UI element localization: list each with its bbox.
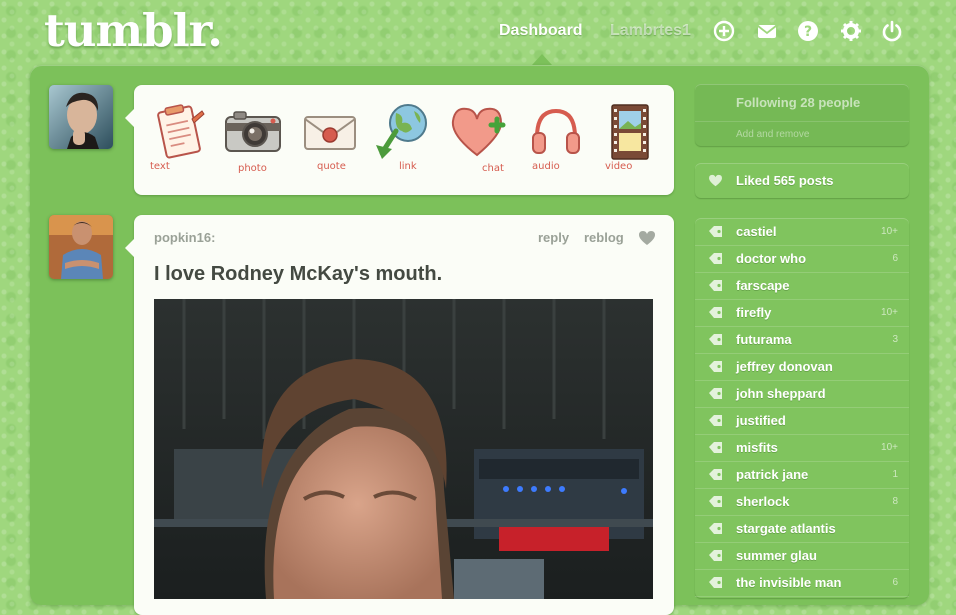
tag-icon: [709, 388, 722, 399]
headphones-icon: [532, 108, 580, 154]
tag-name[interactable]: patrick jane: [736, 467, 808, 482]
tag-icon: [709, 253, 722, 264]
tracked-tags-list: castiel 10+ doctor who 6 farscape firefly 10+ f…: [695, 218, 909, 598]
tag-unread-count: 6: [892, 577, 898, 588]
tag-row[interactable]: jeffrey donovan: [695, 353, 909, 381]
tag-icon: [709, 307, 722, 318]
post-author-avatar[interactable]: [49, 215, 113, 279]
tag-unread-count: 1: [892, 469, 898, 480]
tag-icon: [709, 226, 722, 237]
reply-button[interactable]: reply: [538, 230, 569, 245]
tag-row[interactable]: sherlock 8: [695, 488, 909, 516]
tag-name[interactable]: firefly: [736, 305, 771, 320]
compose-text-label: text: [150, 161, 170, 172]
film-icon: [611, 104, 649, 160]
tag-row[interactable]: farscape: [695, 272, 909, 300]
heart-icon: [709, 174, 722, 187]
clipboard-icon: [157, 104, 205, 159]
compose-quote-label: quote: [317, 161, 346, 172]
post-author-name[interactable]: popkin16:: [154, 230, 215, 245]
tag-unread-count: 10+: [881, 442, 898, 453]
liked-posts-label[interactable]: Liked 565 posts: [736, 173, 834, 188]
tag-unread-count: 6: [892, 253, 898, 264]
tag-name[interactable]: doctor who: [736, 251, 806, 266]
reblog-button[interactable]: reblog: [584, 230, 624, 245]
gear-icon[interactable]: [840, 20, 862, 42]
tag-name[interactable]: jeffrey donovan: [736, 359, 833, 374]
tag-name[interactable]: justified: [736, 413, 786, 428]
power-icon[interactable]: [881, 20, 903, 42]
liked-posts-box[interactable]: Liked 565 posts: [695, 163, 909, 198]
tumblr-logo[interactable]: tumblr.: [44, 4, 223, 57]
camera-icon: [225, 111, 281, 152]
tag-unread-count: 10+: [881, 226, 898, 237]
globe-arrow-icon: [376, 104, 427, 159]
compose-audio-label: audio: [532, 161, 560, 172]
following-count[interactable]: Following 28 people: [736, 95, 860, 110]
help-icon[interactable]: ?: [797, 20, 819, 42]
compose-photo-label: photo: [238, 163, 267, 174]
tag-icon: [709, 334, 722, 345]
post-title: I love Rodney McKay's mouth.: [154, 263, 443, 285]
tag-name[interactable]: sherlock: [736, 494, 789, 509]
tag-row[interactable]: doctor who 6: [695, 245, 909, 273]
tag-row[interactable]: john sheppard: [695, 380, 909, 408]
heart-plus-icon: [451, 107, 506, 157]
tag-row[interactable]: stargate atlantis: [695, 515, 909, 543]
following-box[interactable]: Following 28 people Add and remove: [695, 84, 909, 146]
envelope-icon: [304, 116, 356, 150]
mail-icon[interactable]: [756, 20, 778, 42]
compose-link-label: link: [399, 161, 417, 172]
tag-row[interactable]: the invisible man 6: [695, 569, 909, 597]
tag-name[interactable]: castiel: [736, 224, 776, 239]
compose-icon[interactable]: [713, 20, 735, 42]
tag-icon: [709, 550, 722, 561]
tag-name[interactable]: farscape: [736, 278, 789, 293]
tag-name[interactable]: john sheppard: [736, 386, 826, 401]
tag-icon: [709, 442, 722, 453]
compose-chat-label: chat: [482, 163, 504, 174]
compose-video-label: video: [605, 161, 633, 172]
user-avatar[interactable]: [49, 85, 113, 149]
post-composer: text photo quote link chat audio video: [125, 85, 674, 195]
svg-text:?: ?: [804, 24, 812, 40]
tag-row[interactable]: patrick jane 1: [695, 461, 909, 489]
tag-row[interactable]: justified: [695, 407, 909, 435]
tag-unread-count: 3: [892, 334, 898, 345]
tag-row[interactable]: misfits 10+: [695, 434, 909, 462]
tag-row[interactable]: castiel 10+: [695, 218, 909, 246]
tag-unread-count: 10+: [881, 307, 898, 318]
tag-icon: [709, 415, 722, 426]
following-divider: [695, 121, 909, 122]
tag-row[interactable]: futurama 3: [695, 326, 909, 354]
tag-icon: [709, 523, 722, 534]
tag-icon: [709, 361, 722, 372]
post-card: popkin16: reply reblog I love Rodney McK…: [125, 215, 674, 615]
tag-icon: [709, 469, 722, 480]
tag-row[interactable]: summer glau: [695, 542, 909, 570]
tag-name[interactable]: summer glau: [736, 548, 817, 563]
tag-icon: [709, 280, 722, 291]
tag-icon: [709, 496, 722, 507]
tag-icon: [709, 577, 722, 588]
nav-blog-link[interactable]: Lambrtes1: [610, 22, 691, 40]
like-heart-icon[interactable]: [638, 230, 656, 246]
add-remove-link[interactable]: Add and remove: [736, 129, 809, 140]
post-photo[interactable]: [154, 299, 653, 599]
tag-row[interactable]: firefly 10+: [695, 299, 909, 327]
tag-unread-count: 8: [892, 496, 898, 507]
tag-name[interactable]: futurama: [736, 332, 792, 347]
tag-name[interactable]: stargate atlantis: [736, 521, 836, 536]
nav-dashboard-link[interactable]: Dashboard: [499, 22, 583, 40]
nav-pointer: [532, 54, 552, 65]
tag-name[interactable]: misfits: [736, 440, 778, 455]
